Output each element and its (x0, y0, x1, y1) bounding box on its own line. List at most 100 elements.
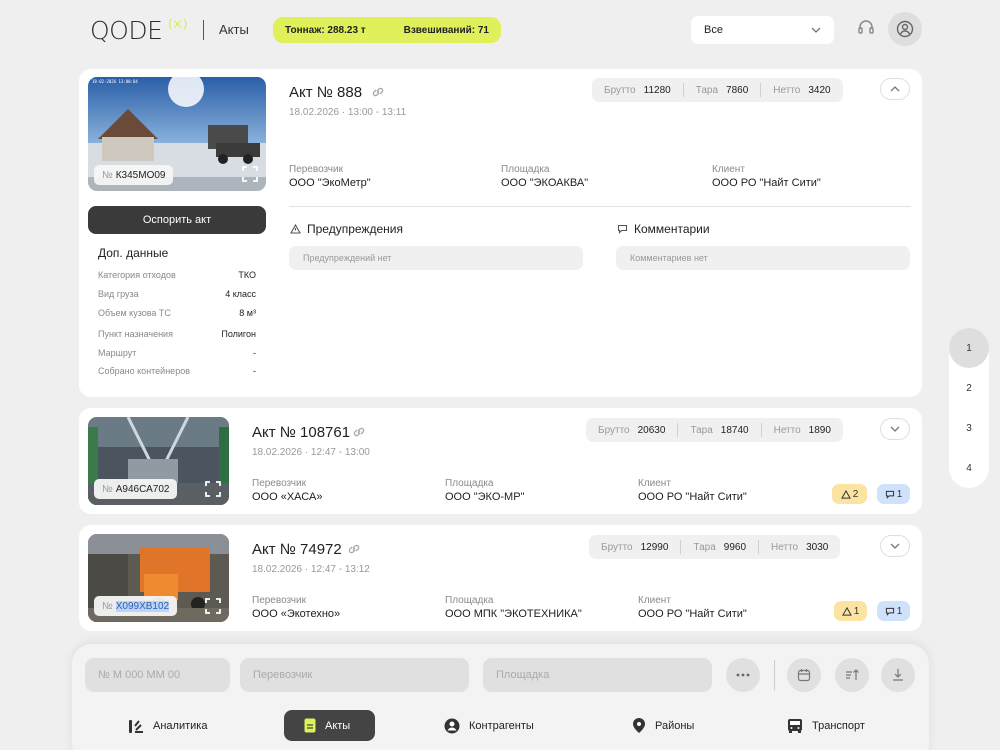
link-icon[interactable] (347, 542, 361, 556)
act-title[interactable]: Акт № 108761 (252, 424, 350, 441)
download-icon (893, 669, 903, 681)
site-field: Площадка ООО "ЭКО-МР" (445, 478, 525, 503)
photo-timestamp: 18-02-2026 13:00:04 (92, 79, 138, 84)
site-filter-input[interactable]: Площадка (483, 658, 712, 692)
carrier-field: Перевозчик ООО "ЭкоМетр" (289, 164, 371, 189)
logo: QODE (90, 16, 163, 45)
extra-row: Категория отходов ТКО (98, 270, 256, 280)
chevron-up-icon (890, 86, 900, 92)
carrier-field: Перевозчик ООО «ХАСА» (252, 478, 323, 503)
warnings-badge[interactable]: 2 (832, 484, 867, 504)
chevron-down-icon (890, 543, 900, 549)
sort-button[interactable] (835, 658, 869, 692)
chevron-down-icon (890, 426, 900, 432)
fullscreen-icon[interactable] (205, 481, 221, 497)
header-divider (203, 20, 204, 40)
act-date: 18.02.2026 · 12:47 - 13:12 (252, 564, 370, 575)
tonnage-text: Тоннаж: 288.23 т (285, 24, 366, 36)
acts-icon (304, 718, 316, 733)
act-title[interactable]: Акт № 74972 (252, 541, 342, 558)
fullscreen-icon[interactable] (205, 598, 221, 614)
act-date: 18.02.2026 · 13:00 - 13:11 (289, 107, 407, 118)
comment-icon (617, 224, 628, 234)
contractors-icon (444, 718, 460, 733)
weights-panel: Брутто 20630 Тара 18740 Нетто 1890 (586, 418, 843, 442)
warnings-empty: Предупреждений нет (289, 246, 583, 270)
link-icon[interactable] (352, 425, 366, 439)
warning-icon (290, 224, 301, 234)
carrier-field: Перевозчик ООО «Экотехно» (252, 595, 341, 620)
plate-number: Х099ХВ102 (115, 600, 170, 612)
warning-icon (840, 489, 851, 499)
comment-icon (885, 607, 894, 616)
extra-data-title: Доп. данные (98, 246, 169, 260)
dispute-act-button[interactable]: Оспорить акт (88, 206, 266, 234)
expand-button[interactable] (880, 418, 910, 440)
weights-panel: Брутто 12990 Тара 9960 Нетто 3030 (589, 535, 841, 559)
bus-icon (788, 718, 802, 733)
plate-search-input[interactable]: № М 000 ММ 00 (85, 658, 230, 692)
client-field: Клиент ООО РО "Найт Сити" (638, 595, 747, 620)
page-button[interactable]: 2 (949, 368, 989, 408)
site-field: Площадка ООО "ЭКОАКВА" (501, 164, 589, 189)
nav-contractors[interactable]: Контрагенты (444, 710, 534, 741)
comment-icon (885, 490, 894, 499)
user-icon (896, 20, 914, 38)
weights-panel: Брутто 11280 Тара 7860 Нетто 3420 (592, 78, 843, 102)
expand-button[interactable] (880, 535, 910, 557)
logo-mark: (×) (168, 17, 188, 31)
weighings-text: Взвешиваний: 71 (403, 24, 489, 36)
page-button[interactable]: 1 (949, 328, 989, 368)
filter-select-value: Все (704, 24, 723, 36)
pagination: 1 2 3 4 (949, 328, 989, 488)
summary-pill: Тоннаж: 288.23 т Взвешиваний: 71 (273, 17, 501, 43)
divider (289, 206, 911, 207)
tara: Тара 7860 (682, 83, 761, 97)
chevron-down-icon (811, 27, 821, 33)
nav-analytics[interactable]: Аналитика (128, 710, 207, 741)
carrier-filter-input[interactable]: Перевозчик (240, 658, 469, 692)
act-title[interactable]: Акт № 888 (289, 84, 362, 101)
client-field: Клиент ООО РО "Найт Сити" (638, 478, 747, 503)
plate-number: К345МО09 (115, 169, 166, 181)
divider (774, 660, 775, 690)
extra-row: Объем кузова ТС 8 м³ (98, 308, 256, 318)
sort-icon (846, 669, 859, 680)
brutto: Брутто 11280 (604, 84, 671, 96)
warning-icon (841, 606, 852, 616)
plate-prefix: № (102, 169, 113, 181)
nav-acts[interactable]: Акты (284, 710, 375, 741)
comments-badge[interactable]: 1 (877, 601, 910, 621)
warnings-title: Предупреждения (290, 222, 403, 236)
plate-badge: № Х099ХВ102 (94, 596, 178, 616)
calendar-button[interactable] (787, 658, 821, 692)
comments-empty: Комментариев нет (616, 246, 910, 270)
download-button[interactable] (881, 658, 915, 692)
more-dots-icon (736, 673, 750, 677)
extra-row: Маршрут - (98, 348, 256, 358)
nav-transport[interactable]: Транспорт (787, 710, 865, 741)
page-button[interactable]: 4 (949, 448, 989, 488)
filter-select[interactable]: Все (691, 16, 834, 44)
act-date: 18.02.2026 · 12:47 - 13:00 (252, 447, 370, 458)
warnings-badge[interactable]: 1 (834, 601, 867, 621)
plate-badge: № К345МО09 (94, 165, 174, 185)
profile-button[interactable] (888, 12, 922, 46)
calendar-icon (797, 669, 811, 682)
site-field: Площадка ООО МПК "ЭКОТЕХНИКА" (445, 595, 582, 620)
plate-badge: № А946СА702 (94, 479, 178, 499)
comments-title: Комментарии (617, 222, 710, 236)
nav-districts[interactable]: Районы (632, 710, 694, 741)
support-headset-icon[interactable] (856, 18, 876, 38)
fullscreen-icon[interactable] (242, 166, 258, 182)
collapse-button[interactable] (880, 78, 910, 100)
page-title: Акты (219, 22, 249, 37)
comments-badge[interactable]: 1 (877, 484, 910, 504)
location-pin-icon (633, 717, 645, 733)
more-filters-button[interactable] (726, 658, 760, 692)
link-icon[interactable] (371, 85, 385, 99)
app-header: QODE (×) Акты Тоннаж: 288.23 т Взвешиван… (0, 0, 1000, 60)
extra-row: Собрано контейнеров - (98, 366, 256, 376)
client-field: Клиент ООО РО "Найт Сити" (712, 164, 821, 189)
page-button[interactable]: 3 (949, 408, 989, 448)
